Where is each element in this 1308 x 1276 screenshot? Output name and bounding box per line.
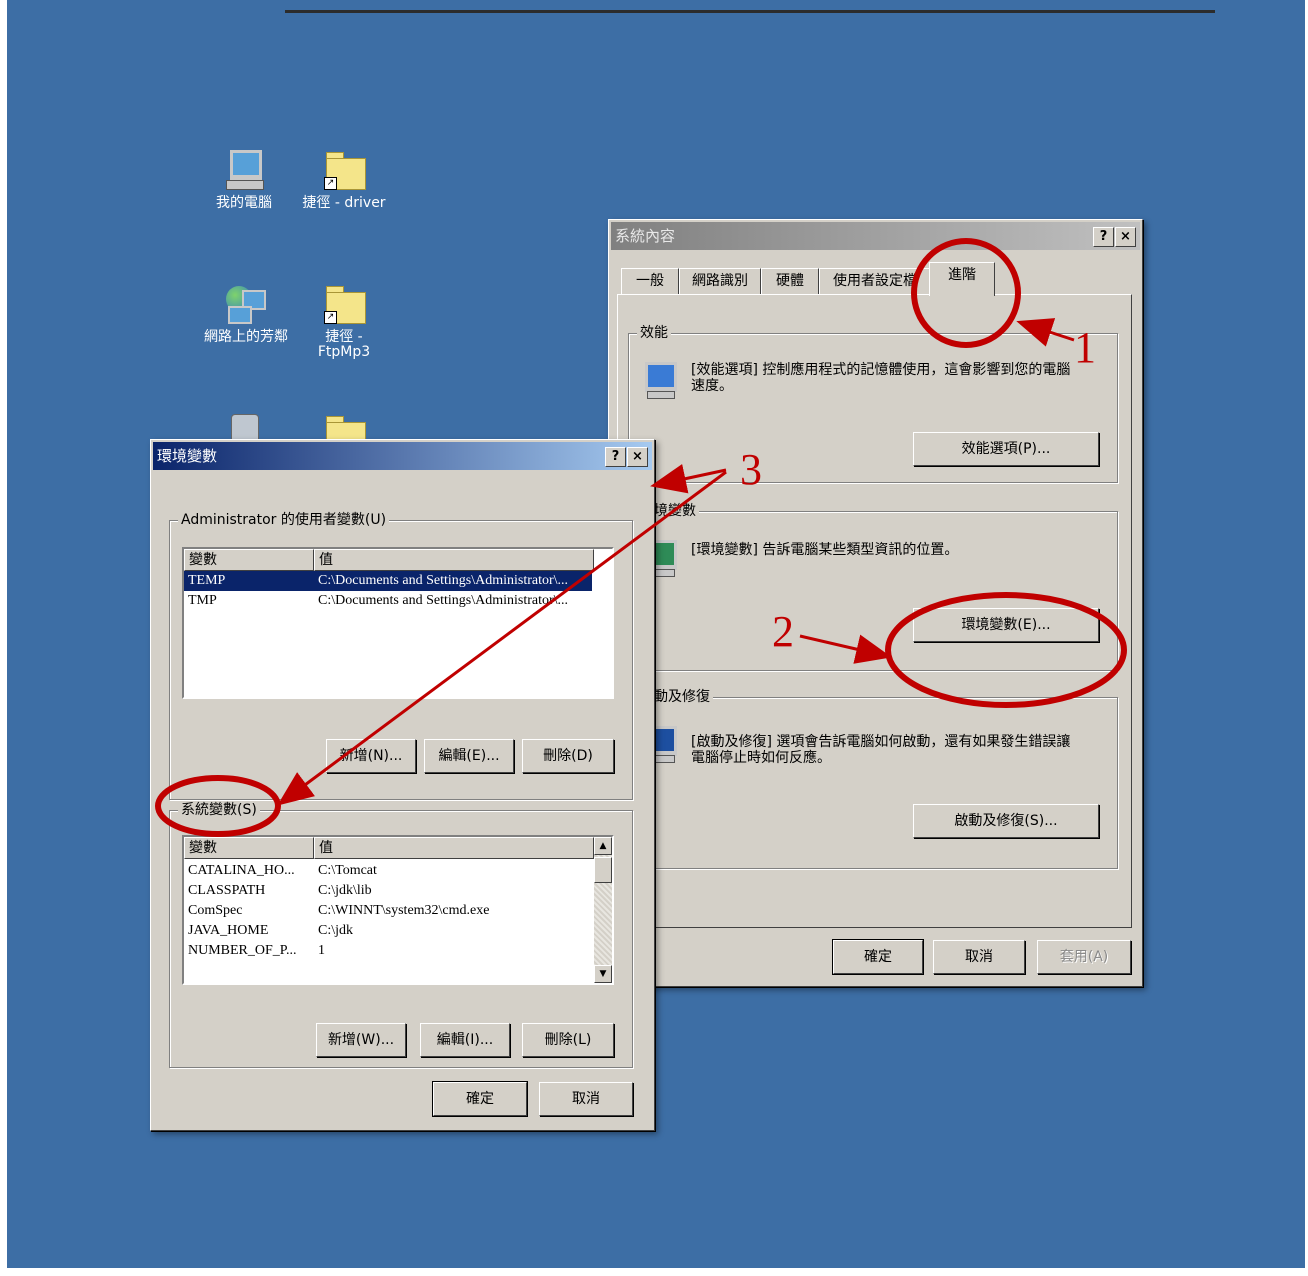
- vertical-scrollbar[interactable]: ▲ ▼: [594, 837, 612, 983]
- user-new-button[interactable]: 新增(N)...: [326, 739, 416, 773]
- dialog-titlebar: 系統內容 ? ×: [611, 222, 1140, 250]
- icon-label: 捷徑 - driver: [302, 195, 386, 211]
- help-button[interactable]: ?: [605, 447, 626, 467]
- tab-user-profiles[interactable]: 使用者設定檔: [819, 268, 931, 295]
- tab-strip: 一般 網路識別 硬體 使用者設定檔 進階: [617, 260, 1134, 296]
- system-properties-dialog: 系統內容 ? × 一般 網路識別 硬體 使用者設定檔 進階 效能 [效能選項] …: [608, 219, 1143, 987]
- scroll-down-icon[interactable]: ▼: [594, 965, 612, 983]
- performance-description: [效能選項] 控制應用程式的記憶體使用，這會影響到您的電腦速度。: [691, 362, 1071, 394]
- system-edit-button[interactable]: 編輯(I)...: [420, 1023, 510, 1057]
- column-header-value[interactable]: 值: [314, 549, 594, 571]
- var-value: C:\WINNT\system32\cmd.exe: [318, 903, 490, 918]
- var-value: C:\jdk: [318, 923, 354, 938]
- scroll-up-icon[interactable]: ▲: [594, 837, 612, 855]
- user-variables-list[interactable]: 變數 值 TEMP C:\Documents and Settings\Admi…: [182, 547, 614, 699]
- table-row[interactable]: TEMP C:\Documents and Settings\Administr…: [184, 571, 592, 591]
- var-name: CLASSPATH: [188, 883, 266, 898]
- close-button[interactable]: ×: [1115, 227, 1136, 247]
- var-name: CATALINA_HO...: [188, 863, 295, 878]
- system-delete-button[interactable]: 刪除(L): [522, 1023, 614, 1057]
- network-places-shortcut[interactable]: 網路上的芳鄰: [199, 282, 293, 345]
- system-variables-group: 系統變數(S) 變數 值 CATALINA_HO... C:\Tomcat CL…: [169, 801, 633, 1068]
- my-computer-shortcut[interactable]: 我的電腦: [197, 148, 291, 211]
- column-header-variable[interactable]: 變數: [184, 837, 314, 859]
- startup-description: [啟動及修復] 選項會告訴電腦如何啟動，還有如果發生錯誤讓電腦停止時如何反應。: [691, 734, 1071, 766]
- table-row[interactable]: ComSpec C:\WINNT\system32\cmd.exe: [184, 901, 594, 921]
- annotation-label-3: 3: [740, 445, 762, 494]
- cancel-button[interactable]: 取消: [933, 940, 1025, 974]
- ok-button[interactable]: 確定: [432, 1081, 528, 1117]
- annotation-label-2: 2: [772, 607, 794, 656]
- var-name: TMP: [188, 593, 217, 608]
- user-delete-button[interactable]: 刪除(D): [522, 739, 614, 773]
- table-row[interactable]: CLASSPATH C:\jdk\lib: [184, 881, 594, 901]
- tab-hardware[interactable]: 硬體: [761, 268, 819, 295]
- icon-label: 我的電腦: [216, 195, 272, 211]
- help-button[interactable]: ?: [1093, 227, 1114, 247]
- performance-icon: [643, 360, 677, 400]
- environment-description: [環境變數] 告訴電腦某些類型資訊的位置。: [691, 542, 959, 558]
- var-name: ComSpec: [188, 903, 243, 918]
- table-row[interactable]: TMP C:\Documents and Settings\Administra…: [184, 591, 592, 611]
- folder-icon: ↗: [322, 282, 366, 326]
- cancel-button[interactable]: 取消: [539, 1082, 633, 1116]
- var-value: 1: [318, 943, 325, 958]
- user-variables-label: Administrator 的使用者變數(U): [178, 511, 390, 529]
- tab-network-id[interactable]: 網路識別: [679, 268, 761, 295]
- icon-label: 網路上的芳鄰: [204, 329, 288, 345]
- top-window-edge: [285, 10, 1215, 13]
- startup-recovery-group: 啟動及修復 [啟動及修復] 選項會告訴電腦如何啟動，還有如果發生錯誤讓電腦停止時…: [628, 688, 1118, 869]
- network-icon: [224, 282, 268, 326]
- system-variables-list[interactable]: 變數 值 CATALINA_HO... C:\Tomcat CLASSPATH …: [182, 835, 614, 985]
- performance-group: 效能 [效能選項] 控制應用程式的記憶體使用，這會影響到您的電腦速度。 效能選項…: [628, 324, 1118, 483]
- dialog-title: 系統內容: [615, 227, 676, 245]
- icon-label: 捷徑 - FtpMp3: [317, 329, 371, 360]
- environment-variables-button[interactable]: 環境變數(E)...: [913, 608, 1099, 642]
- tab-advanced[interactable]: 進階: [929, 262, 995, 296]
- var-name: JAVA_HOME: [188, 923, 269, 938]
- environment-variables-dialog: 環境變數 ? × Administrator 的使用者變數(U) 變數 值 TE…: [150, 439, 655, 1131]
- close-button[interactable]: ×: [627, 447, 648, 467]
- var-value: C:\Tomcat: [318, 863, 377, 878]
- dialog-titlebar: 環境變數 ? ×: [153, 442, 652, 470]
- performance-group-label: 效能: [637, 324, 671, 342]
- dialog-title: 環境變數: [157, 447, 218, 465]
- advanced-tab-panel: 效能 [效能選項] 控制應用程式的記憶體使用，這會影響到您的電腦速度。 效能選項…: [617, 294, 1132, 928]
- user-edit-button[interactable]: 編輯(E)...: [424, 739, 514, 773]
- system-variables-label: 系統變數(S): [178, 801, 260, 819]
- apply-button: 套用(A): [1037, 940, 1131, 974]
- column-header-variable[interactable]: 變數: [184, 549, 314, 571]
- column-header-value[interactable]: 值: [314, 837, 594, 859]
- var-value: C:\Documents and Settings\Administrator\…: [318, 593, 569, 608]
- var-value: C:\jdk\lib: [318, 883, 372, 898]
- computer-icon: [222, 148, 266, 192]
- environment-group: 環境變數 [環境變數] 告訴電腦某些類型資訊的位置。 環境變數(E)...: [628, 502, 1118, 671]
- var-name: TEMP: [188, 573, 226, 588]
- var-value: C:\Documents and Settings\Administrator\…: [318, 573, 569, 588]
- table-row[interactable]: CATALINA_HO... C:\Tomcat: [184, 861, 594, 881]
- ftpmp3-folder-shortcut[interactable]: ↗ 捷徑 - FtpMp3: [297, 282, 391, 360]
- folder-icon: ↗: [322, 148, 366, 192]
- startup-recovery-button[interactable]: 啟動及修復(S)...: [913, 804, 1099, 838]
- desktop: 我的電腦 ↗ 捷徑 - driver 網路上的芳鄰 ↗ 捷徑 - FtpMp3 …: [7, 0, 1305, 1268]
- user-variables-group: Administrator 的使用者變數(U) 變數 值 TEMP C:\Doc…: [169, 511, 633, 800]
- var-name: NUMBER_OF_P...: [188, 943, 297, 958]
- ok-button[interactable]: 確定: [832, 939, 924, 975]
- performance-options-button[interactable]: 效能選項(P)...: [913, 432, 1099, 466]
- table-row[interactable]: JAVA_HOME C:\jdk: [184, 921, 594, 941]
- tab-general[interactable]: 一般: [621, 268, 679, 295]
- driver-folder-shortcut[interactable]: ↗ 捷徑 - driver: [297, 148, 391, 211]
- table-row[interactable]: NUMBER_OF_P... 1: [184, 941, 594, 961]
- annotation-label-1: 1: [1074, 323, 1096, 372]
- system-new-button[interactable]: 新增(W)...: [316, 1023, 406, 1057]
- scroll-thumb[interactable]: [594, 857, 612, 883]
